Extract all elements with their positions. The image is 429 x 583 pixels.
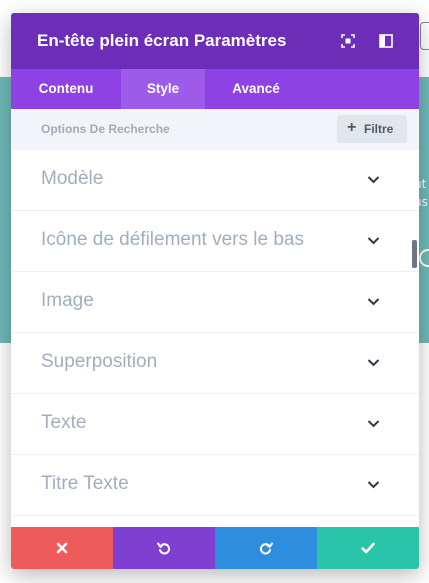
chevron-down-icon [367,237,380,245]
section-label: Icône de défilement vers le bas [41,229,304,250]
chevron-down-icon [367,481,380,489]
tab-avance[interactable]: Avancé [205,69,307,109]
filter-button[interactable]: + Filtre [337,115,407,143]
check-icon [361,542,375,554]
undo-icon [157,542,171,555]
section-label: Texte [41,412,87,433]
section-label: Image [41,290,94,311]
section-label: Modèle [41,168,104,189]
scrollbar-thumb[interactable] [412,240,417,268]
section-texte[interactable]: Texte [11,394,419,455]
redo-icon [259,542,273,555]
chevron-down-icon [367,359,380,367]
section-icone-defilement[interactable]: Icône de défilement vers le bas [11,211,419,272]
section-image[interactable]: Image [11,272,419,333]
sidebar-toggle-icon[interactable] [379,34,393,48]
section-modele[interactable]: Modèle [11,150,419,211]
chevron-down-icon [367,176,380,184]
background-page-box [420,22,429,50]
section-label: Superposition [41,351,158,372]
settings-modal: En-tête plein écran Paramètres Contenu S… [11,13,419,569]
tab-contenu[interactable]: Contenu [11,69,121,109]
settings-section-list: Modèle Icône de défilement vers le bas I… [11,150,419,527]
section-superposition[interactable]: Superposition [11,333,419,394]
section-label: Titre Texte [41,473,129,494]
chevron-down-icon [367,298,380,306]
save-button[interactable] [317,527,419,569]
chevron-down-icon [367,420,380,428]
plus-icon: + [347,119,357,136]
expand-icon[interactable] [341,34,355,48]
tab-bar: Contenu Style Avancé [11,69,419,109]
modal-header: En-tête plein écran Paramètres [11,13,419,69]
modal-title: En-tête plein écran Paramètres [37,31,287,50]
tab-style[interactable]: Style [121,69,205,109]
redo-button[interactable] [215,527,317,569]
section-titre-texte[interactable]: Titre Texte [11,455,419,516]
modal-footer [11,527,419,569]
close-icon [56,542,68,554]
search-input[interactable]: Options De Recherche [41,122,170,136]
cancel-button[interactable] [11,527,113,569]
filter-button-label: Filtre [364,122,394,136]
search-bar: Options De Recherche + Filtre [11,109,419,150]
undo-button[interactable] [113,527,215,569]
